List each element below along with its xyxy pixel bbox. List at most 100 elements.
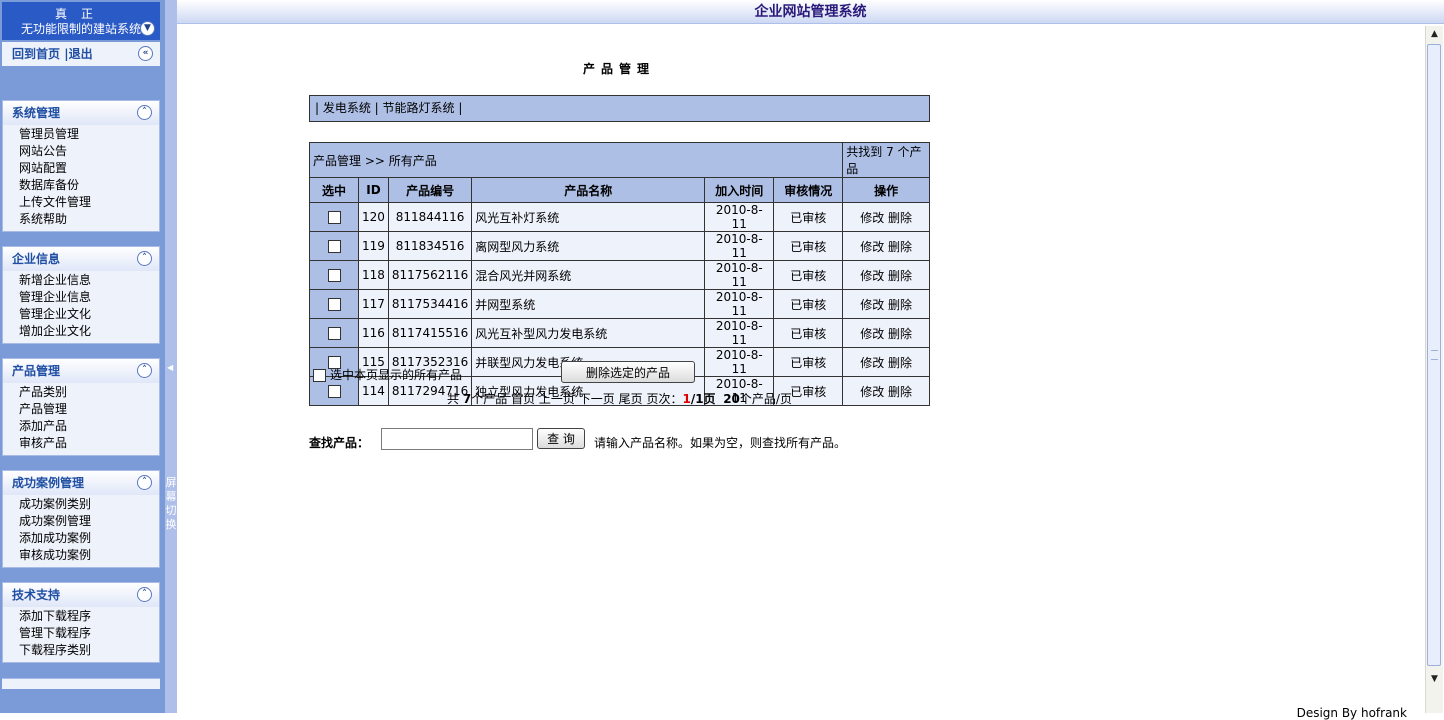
row-name: 混合风光并网系统 bbox=[471, 260, 706, 290]
scroll-down-icon[interactable]: ▼ bbox=[1426, 671, 1443, 688]
delete-link[interactable]: 删除 bbox=[888, 298, 912, 312]
row-status: 已审核 bbox=[773, 347, 844, 377]
menu-item-product-review[interactable]: 审核产品 bbox=[19, 435, 159, 452]
brand-banner: 真正 无功能限制的建站系统 ▼ bbox=[2, 2, 160, 40]
menu-item-upload[interactable]: 上传文件管理 bbox=[19, 194, 159, 211]
home-link[interactable]: 回到首页 bbox=[12, 47, 60, 61]
row-checkbox[interactable] bbox=[327, 211, 341, 224]
pager-last[interactable]: 尾页 bbox=[619, 392, 643, 406]
pager-first[interactable]: 首页 bbox=[511, 392, 535, 406]
menu-item-add-company[interactable]: 新增企业信息 bbox=[19, 272, 159, 289]
menu-item-download-add[interactable]: 添加下载程序 bbox=[19, 608, 159, 625]
row-code: 8117562116 bbox=[387, 260, 473, 290]
row-checkbox[interactable] bbox=[327, 298, 341, 311]
search-button[interactable]: 查 询 bbox=[537, 428, 585, 449]
collapse-up-icon[interactable]: ˄ bbox=[137, 251, 152, 266]
collapse-up-icon[interactable]: ˄ bbox=[137, 363, 152, 378]
col-select: 选中 bbox=[309, 177, 359, 203]
menu-item-download-category[interactable]: 下载程序类别 bbox=[19, 642, 159, 659]
menu-item-product-add[interactable]: 添加产品 bbox=[19, 418, 159, 435]
scrollbar-thumb[interactable] bbox=[1427, 44, 1441, 666]
system-title: 企业网站管理系统 bbox=[754, 4, 867, 20]
menu-item-add-culture[interactable]: 增加企业文化 bbox=[19, 323, 159, 340]
row-name: 风光互补灯系统 bbox=[471, 202, 706, 232]
collapse-left-icon[interactable]: « bbox=[138, 46, 153, 61]
menu-title: 产品管理 bbox=[12, 364, 61, 378]
row-checkbox[interactable] bbox=[327, 240, 341, 253]
edit-link[interactable]: 修改 bbox=[860, 269, 884, 283]
brand-line2: 无功能限制的建站系统 bbox=[20, 22, 141, 36]
screen-switch-bar[interactable]: ◀ 屏幕切换 bbox=[165, 0, 177, 713]
row-code: 8117415516 bbox=[387, 318, 473, 348]
menu-system: 系统管理 ˄ 管理员管理 网站公告 网站配置 数据库备份 上传文件管理 系统帮助 bbox=[2, 100, 160, 232]
triangle-left-icon[interactable]: ◀ bbox=[167, 363, 173, 372]
pager-total-pages: /1页 bbox=[690, 392, 716, 406]
menu-item-admin[interactable]: 管理员管理 bbox=[19, 126, 159, 143]
edit-link[interactable]: 修改 bbox=[860, 240, 884, 254]
pager-current: 1 bbox=[682, 392, 691, 406]
delete-link[interactable]: 删除 bbox=[888, 269, 912, 283]
collapse-down-icon[interactable]: ▼ bbox=[140, 21, 155, 36]
search-input[interactable] bbox=[381, 428, 533, 450]
menu-item-case-review[interactable]: 审核成功案例 bbox=[19, 547, 159, 564]
edit-link[interactable]: 修改 bbox=[860, 327, 884, 341]
col-date: 加入时间 bbox=[704, 177, 775, 203]
logout-link[interactable]: 退出 bbox=[69, 47, 93, 61]
menu-item-backup[interactable]: 数据库备份 bbox=[19, 177, 159, 194]
collapse-up-icon[interactable]: ˄ bbox=[137, 105, 152, 120]
delete-selected-button[interactable]: 删除选定的产品 bbox=[561, 361, 695, 383]
row-status: 已审核 bbox=[773, 318, 844, 348]
menu-item-help[interactable]: 系统帮助 bbox=[19, 211, 159, 228]
edit-link[interactable]: 修改 bbox=[860, 211, 884, 225]
menu-item-config[interactable]: 网站配置 bbox=[19, 160, 159, 177]
row-actions: 修改 删除 bbox=[842, 289, 930, 319]
row-status: 已审核 bbox=[773, 289, 844, 319]
delete-link[interactable]: 删除 bbox=[888, 211, 912, 225]
row-select-cell bbox=[309, 289, 359, 319]
menu-header[interactable]: 成功案例管理 ˄ bbox=[3, 471, 159, 495]
menu-header[interactable]: 系统管理 ˄ bbox=[3, 101, 159, 125]
menu-item-product-manage[interactable]: 产品管理 bbox=[19, 401, 159, 418]
row-name: 风光互补型风力发电系统 bbox=[471, 318, 706, 348]
menu-item-manage-culture[interactable]: 管理企业文化 bbox=[19, 306, 159, 323]
category-filter-bar[interactable]: | 发电系统 | 节能路灯系统 | bbox=[309, 95, 930, 122]
edit-link[interactable]: 修改 bbox=[860, 356, 884, 370]
collapse-up-icon[interactable]: ˄ bbox=[137, 475, 152, 490]
delete-link[interactable]: 删除 bbox=[888, 240, 912, 254]
menu-header[interactable]: 企业信息 ˄ bbox=[3, 247, 159, 271]
row-id: 118 bbox=[358, 260, 389, 290]
row-actions: 修改 删除 bbox=[842, 318, 930, 348]
menu-header[interactable]: 技术支持 ˄ bbox=[3, 583, 159, 607]
menu-item-notice[interactable]: 网站公告 bbox=[19, 143, 159, 160]
delete-link[interactable]: 删除 bbox=[888, 356, 912, 370]
menu-header[interactable]: 产品管理 ˄ bbox=[3, 359, 159, 383]
select-all[interactable]: 选中本页显示的所有产品 bbox=[313, 366, 462, 383]
scroll-up-icon[interactable]: ▲ bbox=[1426, 26, 1443, 43]
home-bar: 回到首页 |退出 « bbox=[2, 42, 160, 66]
main-content: 产品管理 | 发电系统 | 节能路灯系统 | 产品管理 >> 所有产品 共找到 … bbox=[177, 24, 1425, 720]
row-status: 已审核 bbox=[773, 260, 844, 290]
select-all-checkbox[interactable] bbox=[313, 369, 326, 382]
pager-prev[interactable]: 上一页 bbox=[539, 392, 575, 406]
edit-link[interactable]: 修改 bbox=[860, 298, 884, 312]
col-id: ID bbox=[358, 177, 389, 203]
table-row: 117 8117534416 并网型系统 2010-8-11 已审核 修改 删除 bbox=[309, 289, 930, 319]
row-status: 已审核 bbox=[773, 202, 844, 232]
menu-item-download-manage[interactable]: 管理下载程序 bbox=[19, 625, 159, 642]
row-code: 811844116 bbox=[387, 202, 473, 232]
footer-credit: Design By hofrank bbox=[1296, 706, 1407, 720]
row-checkbox[interactable] bbox=[327, 269, 341, 282]
row-checkbox[interactable] bbox=[327, 327, 341, 340]
menu-item-case-manage[interactable]: 成功案例管理 bbox=[19, 513, 159, 530]
menu-item-product-category[interactable]: 产品类别 bbox=[19, 384, 159, 401]
screen-switch-label[interactable]: 屏幕切换 bbox=[165, 476, 177, 532]
menu-item-case-category[interactable]: 成功案例类别 bbox=[19, 496, 159, 513]
menu-item-manage-company[interactable]: 管理企业信息 bbox=[19, 289, 159, 306]
pager-next[interactable]: 下一页 bbox=[579, 392, 615, 406]
vertical-scrollbar[interactable]: ▲ ▼ bbox=[1425, 26, 1443, 713]
menu-title: 系统管理 bbox=[12, 106, 61, 120]
menu-title: 成功案例管理 bbox=[12, 476, 85, 490]
collapse-up-icon[interactable]: ˄ bbox=[137, 587, 152, 602]
delete-link[interactable]: 删除 bbox=[888, 327, 912, 341]
menu-item-case-add[interactable]: 添加成功案例 bbox=[19, 530, 159, 547]
